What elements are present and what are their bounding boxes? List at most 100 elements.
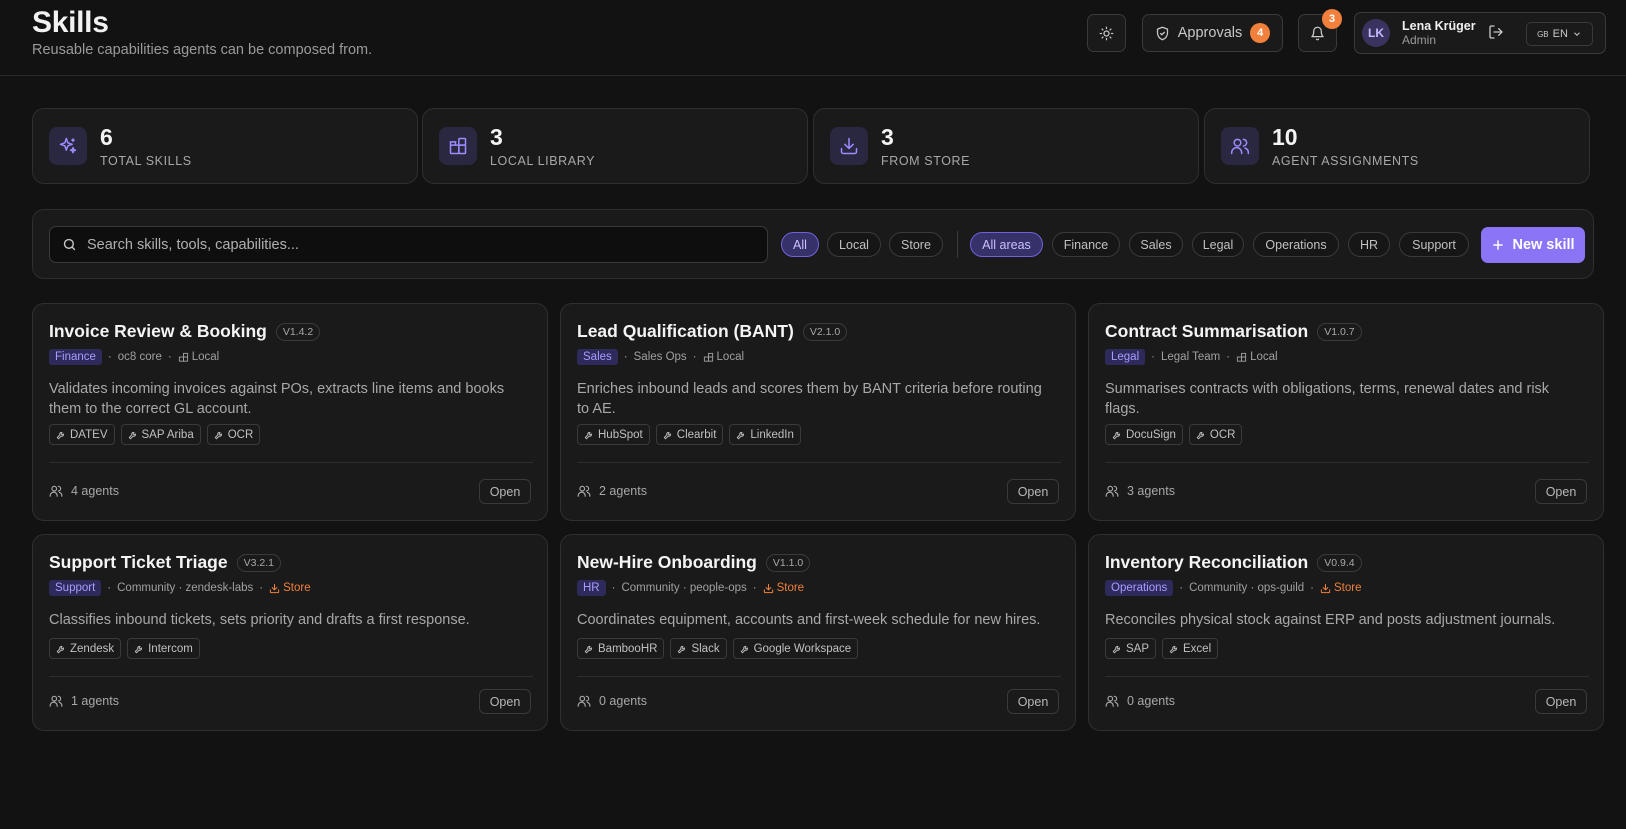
tool-tag: OCR	[206, 424, 261, 445]
meta-dot: ·	[611, 582, 616, 594]
tool-tag: DATEV	[49, 424, 115, 445]
source-store: Store	[763, 582, 805, 594]
meta-dot: ·	[1226, 351, 1231, 363]
search-icon	[63, 238, 76, 251]
meta-dot: ·	[752, 582, 757, 594]
open-skill-button[interactable]: Open	[1535, 479, 1587, 504]
new-skill-button[interactable]: New skill	[1481, 227, 1585, 263]
search-box[interactable]	[49, 226, 768, 263]
source-label: Store	[776, 582, 805, 594]
stat-value: 3	[881, 124, 894, 150]
stat-value: 10	[1272, 124, 1298, 150]
area-badge: Finance	[49, 349, 102, 365]
tool-label: Google Workspace	[753, 642, 852, 655]
tool-label: Excel	[1183, 642, 1212, 655]
approvals-count-badge: 4	[1250, 23, 1271, 43]
tool-label: SAP Ariba	[141, 428, 194, 441]
users-icon	[1105, 695, 1119, 707]
filter-area-support[interactable]: Support	[1399, 232, 1469, 257]
approvals-button[interactable]: Approvals 4	[1142, 14, 1283, 52]
tool-list: SAP Excel	[1105, 638, 1219, 659]
area-badge: Support	[49, 580, 102, 596]
skill-description: Coordinates equipment, accounts and firs…	[577, 612, 1041, 628]
skill-card[interactable]: Support Ticket Triage V3.2.1 Support · C…	[32, 534, 548, 731]
tool-label: Slack	[691, 642, 720, 655]
area-badge: Operations	[1105, 580, 1174, 596]
skill-card[interactable]: New-Hire Onboarding V1.1.0 HR · Communit…	[560, 534, 1076, 731]
new-skill-label: New skill	[1512, 237, 1575, 253]
tool-tag: Zendesk	[49, 638, 122, 659]
meta-dot: ·	[1151, 351, 1155, 363]
filter-source-local[interactable]: Local	[827, 232, 881, 257]
card-divider	[1105, 676, 1589, 677]
tool-label: Intercom	[148, 642, 193, 655]
skill-title: Support Ticket Triage	[49, 552, 228, 572]
filter-source-all[interactable]: All	[781, 232, 819, 257]
logout-icon[interactable]	[1488, 24, 1504, 40]
search-input[interactable]	[87, 236, 727, 253]
tool-label: SAP	[1126, 642, 1150, 655]
wrench-icon	[134, 645, 143, 653]
source-store: Store	[269, 582, 311, 594]
source-label: Store	[283, 582, 311, 594]
skill-card[interactable]: Inventory Reconciliation V0.9.4 Operatio…	[1088, 534, 1604, 731]
filter-area-legal[interactable]: Legal	[1192, 232, 1244, 257]
skill-card[interactable]: Lead Qualification (BANT) V2.1.0 Sales ·…	[560, 303, 1076, 521]
filter-area-sales[interactable]: Sales	[1129, 232, 1183, 257]
wrench-icon	[1169, 645, 1178, 653]
stat-from-store: 3 FROM STORE	[813, 108, 1199, 184]
source-local: Local	[178, 351, 220, 363]
notifications-count-badge: 3	[1322, 9, 1342, 29]
stat-label: LOCAL LIBRARY	[490, 154, 596, 168]
language-select[interactable]: GB EN	[1526, 22, 1593, 46]
open-skill-button[interactable]: Open	[1007, 479, 1059, 504]
open-skill-button[interactable]: Open	[1007, 689, 1059, 714]
stat-total-skills: 6 TOTAL SKILLS	[32, 108, 418, 184]
wrench-icon	[740, 645, 748, 653]
stat-label: AGENT ASSIGNMENTS	[1272, 154, 1419, 168]
tool-tag: Excel	[1162, 638, 1219, 659]
sun-icon	[1099, 26, 1114, 40]
tool-tag: BambooHR	[577, 638, 665, 659]
bell-icon	[1311, 26, 1324, 40]
users-icon	[49, 695, 63, 707]
source-label: Local	[191, 351, 220, 363]
version-badge: V1.0.7	[1317, 322, 1362, 341]
meta-dot: ·	[107, 351, 112, 363]
filter-area-hr[interactable]: HR	[1348, 232, 1390, 257]
card-divider	[1105, 462, 1589, 463]
filter-area-finance[interactable]: Finance	[1052, 232, 1120, 257]
meta-dot: ·	[107, 582, 112, 594]
tool-tag: OCR	[1188, 424, 1243, 445]
tool-tag: Intercom	[127, 638, 200, 659]
tool-label: HubSpot	[598, 428, 643, 441]
filter-source-store[interactable]: Store	[889, 232, 943, 257]
flag-icon: GB	[1537, 29, 1549, 39]
skill-card[interactable]: Contract Summarisation V1.0.7 Legal · Le…	[1088, 303, 1604, 521]
open-skill-button[interactable]: Open	[479, 479, 531, 504]
download-icon	[840, 137, 858, 155]
stat-value: 6	[100, 124, 113, 150]
open-skill-button[interactable]: Open	[1535, 689, 1587, 714]
wrench-icon	[737, 431, 745, 439]
wrench-icon	[214, 431, 222, 439]
card-divider	[577, 462, 1061, 463]
filter-area-all[interactable]: All areas	[970, 232, 1043, 257]
skill-owner: oc8 core	[117, 351, 162, 363]
skill-card[interactable]: Invoice Review & Booking V1.4.2 Finance …	[32, 303, 548, 521]
open-skill-button[interactable]: Open	[479, 689, 531, 714]
agent-count-label: 3 agents	[1127, 484, 1175, 498]
notifications-button[interactable]: 3	[1298, 9, 1342, 52]
wrench-icon	[128, 431, 136, 439]
users-icon	[577, 485, 591, 497]
users-icon	[1105, 485, 1119, 497]
skill-description: Classifies inbound tickets, sets priorit…	[49, 612, 470, 628]
user-menu[interactable]: LK Lena Krüger Admin GB EN	[1354, 12, 1606, 54]
tool-label: BambooHR	[598, 642, 658, 655]
filter-area-operations[interactable]: Operations	[1253, 232, 1339, 257]
meta-dot: ·	[1179, 582, 1184, 594]
tool-list: Zendesk Intercom	[49, 638, 200, 659]
stat-value: 3	[490, 124, 503, 150]
theme-toggle-button[interactable]	[1087, 14, 1126, 52]
page-title: Skills	[32, 6, 109, 39]
